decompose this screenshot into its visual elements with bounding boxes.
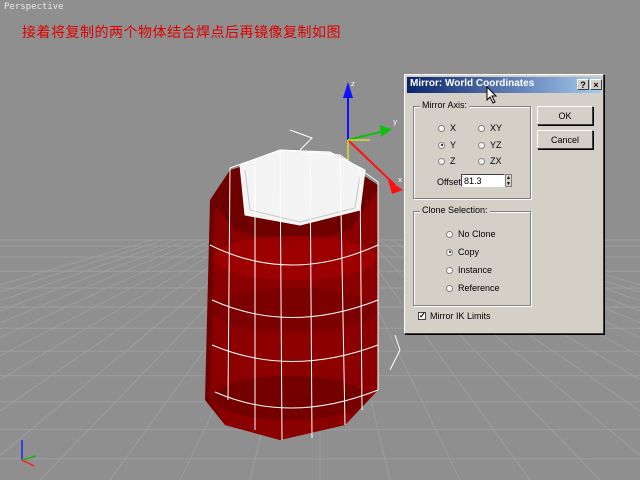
mirror-axis-label: Mirror Axis: bbox=[420, 100, 469, 110]
axis-x-radio[interactable]: X bbox=[438, 123, 456, 133]
radio-dot bbox=[446, 284, 453, 292]
offset-label: Offset: bbox=[437, 177, 464, 187]
axis-yz-radio[interactable]: YZ bbox=[478, 140, 502, 150]
viewport-label: Perspective bbox=[4, 2, 64, 12]
mouse-cursor-icon bbox=[486, 86, 498, 104]
offset-input[interactable]: 81.3 bbox=[461, 174, 505, 187]
radio-dot bbox=[478, 157, 485, 165]
mirror-ik-checkbox[interactable]: ✓ Mirror IK Limits bbox=[418, 311, 491, 321]
axis-y-radio[interactable]: Y bbox=[438, 140, 456, 150]
mirror-ik-label: Mirror IK Limits bbox=[430, 311, 491, 321]
axis-xy-radio[interactable]: XY bbox=[478, 123, 502, 133]
mirrored-cylinder-object[interactable] bbox=[205, 129, 401, 441]
radio-dot bbox=[478, 141, 485, 149]
gizmo-y-label: y bbox=[393, 118, 397, 126]
radio-dot bbox=[446, 230, 453, 238]
axis-tripod-icon bbox=[21, 440, 37, 467]
radio-dot bbox=[478, 124, 485, 132]
ok-button[interactable]: OK bbox=[537, 106, 593, 125]
instance-radio[interactable]: Instance bbox=[446, 265, 492, 275]
checkbox-check-icon: ✓ bbox=[418, 311, 426, 320]
dialog-titlebar[interactable]: Mirror: World Coordinates ? × bbox=[407, 77, 602, 93]
offset-spinner[interactable]: ▲ ▼ bbox=[505, 174, 512, 187]
radio-dot bbox=[446, 266, 453, 274]
radio-dot-selected bbox=[438, 141, 445, 149]
radio-dot bbox=[438, 157, 445, 165]
axis-zx-radio[interactable]: ZX bbox=[478, 156, 502, 166]
grid-line bbox=[0, 239, 237, 380]
radio-dot bbox=[438, 124, 445, 132]
grid-line bbox=[0, 239, 213, 338]
grid-line bbox=[0, 239, 177, 302]
grid-line bbox=[0, 239, 153, 286]
gizmo-z-label: z bbox=[351, 80, 355, 88]
help-button[interactable]: ? bbox=[577, 79, 589, 90]
no-clone-radio[interactable]: No Clone bbox=[446, 229, 496, 239]
reference-radio[interactable]: Reference bbox=[446, 283, 500, 293]
axis-z-radio[interactable]: Z bbox=[438, 156, 456, 166]
tutorial-caption: 接着将复制的两个物体结合焊点后再镜像复制如图 bbox=[22, 25, 341, 41]
copy-radio[interactable]: Copy bbox=[446, 247, 479, 257]
grid-line bbox=[0, 239, 189, 312]
cancel-button[interactable]: Cancel bbox=[537, 130, 593, 149]
dialog-title: Mirror: World Coordinates bbox=[410, 78, 535, 89]
radio-dot-selected bbox=[446, 248, 453, 256]
clone-selection-label: Clone Selection: bbox=[420, 205, 490, 215]
close-button[interactable]: × bbox=[590, 79, 602, 90]
grid-line bbox=[0, 239, 165, 293]
gizmo-x-label: x bbox=[398, 176, 402, 184]
mirror-dialog: Mirror: World Coordinates ? × Mirror Axi… bbox=[404, 74, 604, 334]
